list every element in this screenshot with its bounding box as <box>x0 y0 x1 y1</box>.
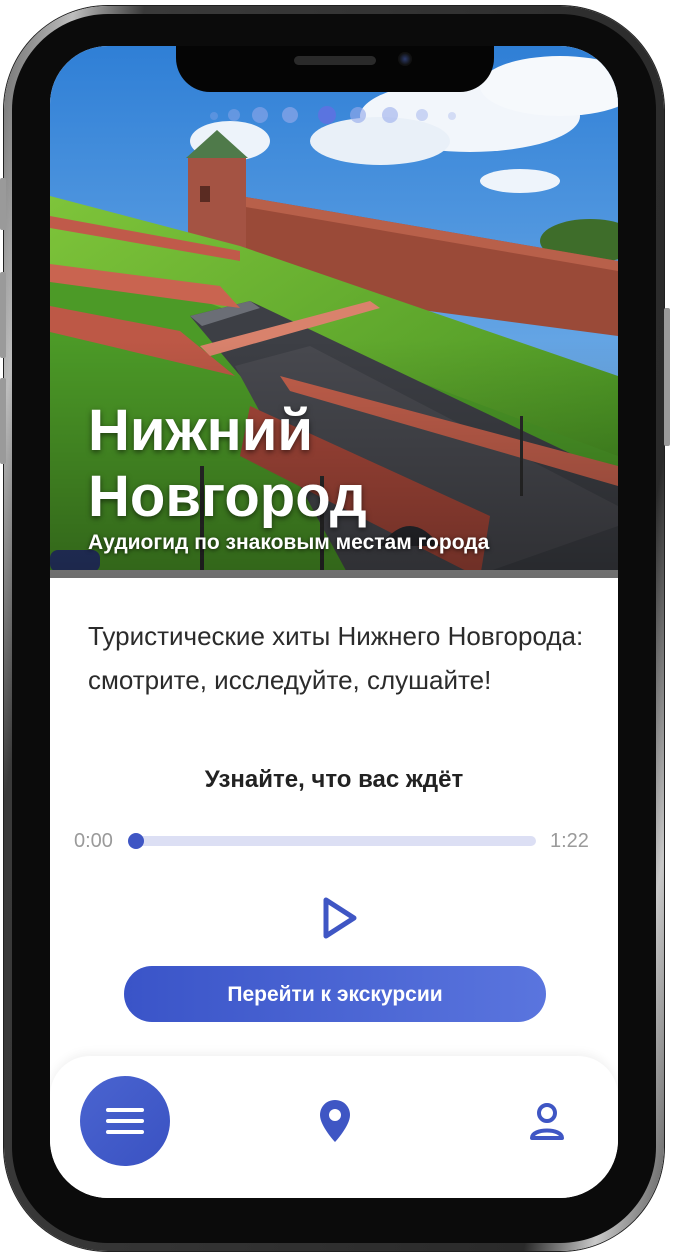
bottom-navigation <box>50 1056 618 1198</box>
phone-volume-down <box>0 378 6 464</box>
front-camera <box>398 52 412 66</box>
tour-description: Туристические хиты Нижнего Новгорода: см… <box>88 621 584 695</box>
carousel-dot[interactable] <box>282 107 298 123</box>
carousel-dot[interactable] <box>448 112 456 120</box>
play-button[interactable] <box>320 896 360 940</box>
map-button[interactable] <box>318 1098 352 1144</box>
carousel-indicator[interactable] <box>50 106 618 124</box>
audio-progress-thumb[interactable] <box>128 833 144 849</box>
phone-power-button <box>664 308 670 446</box>
city-title-line1: Нижний <box>88 398 314 463</box>
profile-button[interactable] <box>528 1102 566 1142</box>
carousel-dot[interactable] <box>416 109 428 121</box>
carousel-dot[interactable] <box>350 107 366 123</box>
carousel-dot[interactable] <box>382 107 398 123</box>
carousel-dot[interactable] <box>210 112 218 120</box>
duration-time: 1:22 <box>550 830 589 852</box>
profile-icon <box>530 1103 564 1140</box>
earpiece-speaker <box>294 56 376 65</box>
play-icon <box>323 897 357 939</box>
current-time: 0:00 <box>74 830 113 852</box>
start-tour-button[interactable]: Перейти к экскурсии <box>124 966 546 1022</box>
audio-progress-track[interactable] <box>132 836 536 846</box>
app-screen: Нижний Новгород Аудиогид по знаковым мес… <box>50 46 618 1198</box>
audio-preview-heading: Узнайте, что вас ждёт <box>204 766 464 793</box>
phone-side-button <box>0 178 6 230</box>
city-title-line2: Новгород <box>88 464 367 529</box>
hero-image[interactable]: Нижний Новгород Аудиогид по знаковым мес… <box>50 46 618 578</box>
city-subtitle: Аудиогид по знаковым местам города <box>88 531 490 554</box>
menu-button[interactable] <box>80 1076 170 1166</box>
phone-volume-up <box>0 272 6 358</box>
carousel-dot[interactable] <box>228 109 240 121</box>
map-pin-icon <box>320 1100 350 1142</box>
carousel-dot-active[interactable] <box>318 106 336 124</box>
phone-notch <box>176 46 494 92</box>
carousel-dot[interactable] <box>252 107 268 123</box>
city-title: Нижний Новгород <box>88 398 588 530</box>
